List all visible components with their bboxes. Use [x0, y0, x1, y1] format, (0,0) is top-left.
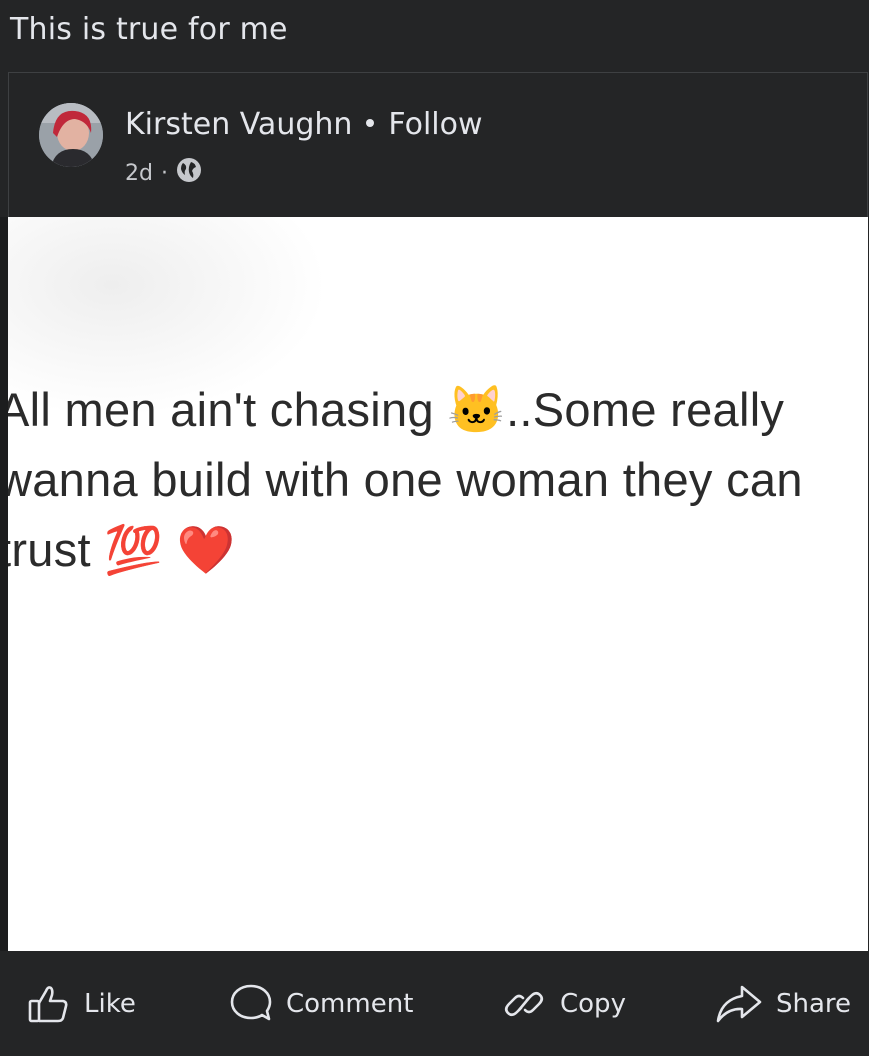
share-label: Share [776, 989, 852, 1019]
link-icon [500, 981, 548, 1027]
copy-link-button[interactable]: Copy [500, 981, 626, 1027]
post-meta: 2d · [125, 157, 202, 189]
comment-label: Comment [286, 989, 414, 1019]
quote-line: All men ain't chasing 🐱..Some really [8, 383, 785, 436]
quote-line: wanna build with one woman they can [8, 453, 803, 506]
separator-dot [366, 118, 375, 127]
action-bar: Like Comment Copy Share [0, 951, 869, 1056]
post-caption: This is true for me [10, 12, 288, 47]
author-name[interactable]: Kirsten Vaughn [125, 107, 352, 142]
comment-button[interactable]: Comment [228, 981, 413, 1027]
globe-icon [176, 157, 202, 189]
avatar[interactable] [39, 103, 103, 167]
share-button[interactable]: Share [714, 981, 851, 1027]
author-line: Kirsten Vaughn Follow [125, 107, 483, 142]
like-label: Like [84, 989, 136, 1019]
speech-bubble-icon [228, 981, 274, 1027]
shared-post-header: Kirsten Vaughn Follow 2d · [8, 72, 868, 217]
meta-separator: · [160, 160, 168, 186]
post-image[interactable]: All men ain't chasing 🐱..Some really wann… [8, 217, 868, 951]
quote-line: trust 💯 ❤️ [8, 523, 236, 576]
image-quote-text: All men ain't chasing 🐱..Some really wann… [8, 375, 868, 585]
follow-link[interactable]: Follow [388, 107, 482, 142]
share-arrow-icon [714, 981, 764, 1027]
image-left-edge [0, 217, 8, 951]
copy-label: Copy [560, 989, 626, 1019]
post-time[interactable]: 2d [125, 161, 153, 186]
thumbs-up-icon [26, 981, 72, 1027]
like-button[interactable]: Like [26, 981, 136, 1027]
